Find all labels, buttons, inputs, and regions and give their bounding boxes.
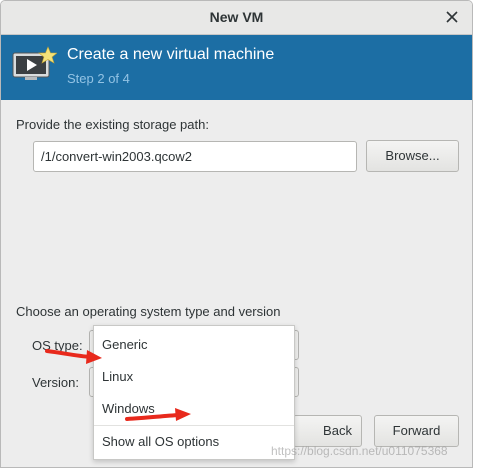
step-banner: Create a new virtual machine Step 2 of 4: [1, 35, 472, 100]
storage-path-input[interactable]: /1/convert-win2003.qcow2: [33, 141, 357, 172]
banner-heading: Create a new virtual machine: [67, 46, 275, 63]
os-type-dropdown-menu: Generic Linux Windows Show all OS option…: [93, 325, 295, 460]
annotation-arrow-icon: [125, 408, 191, 421]
browse-button[interactable]: Browse...: [366, 140, 459, 172]
os-choice-prompt: Choose an operating system type and vers…: [16, 304, 281, 319]
os-option-windows[interactable]: Windows: [94, 395, 294, 423]
window-title: New VM: [209, 9, 264, 25]
menu-separator: [94, 425, 294, 426]
back-button[interactable]: Back: [293, 415, 362, 447]
title-bar: New VM: [1, 1, 472, 35]
new-vm-dialog: New VM Create a new virtual machine Step…: [0, 0, 473, 468]
os-option-linux[interactable]: Linux: [94, 363, 294, 391]
back-button-label: Back: [323, 423, 352, 438]
step-indicator: Step 2 of 4: [67, 71, 130, 86]
close-icon: [446, 11, 458, 23]
close-button[interactable]: [442, 7, 462, 27]
storage-path-prompt: Provide the existing storage path:: [16, 117, 209, 132]
os-option-generic[interactable]: Generic: [94, 331, 294, 359]
annotation-arrow-icon: [45, 349, 102, 364]
forward-button[interactable]: Forward: [374, 415, 459, 447]
watermark: https://blog.csdn.net/u011075368: [271, 444, 448, 458]
version-label: Version:: [32, 375, 79, 390]
show-all-os-options[interactable]: Show all OS options: [94, 428, 294, 456]
virtual-machine-icon: [12, 46, 57, 80]
